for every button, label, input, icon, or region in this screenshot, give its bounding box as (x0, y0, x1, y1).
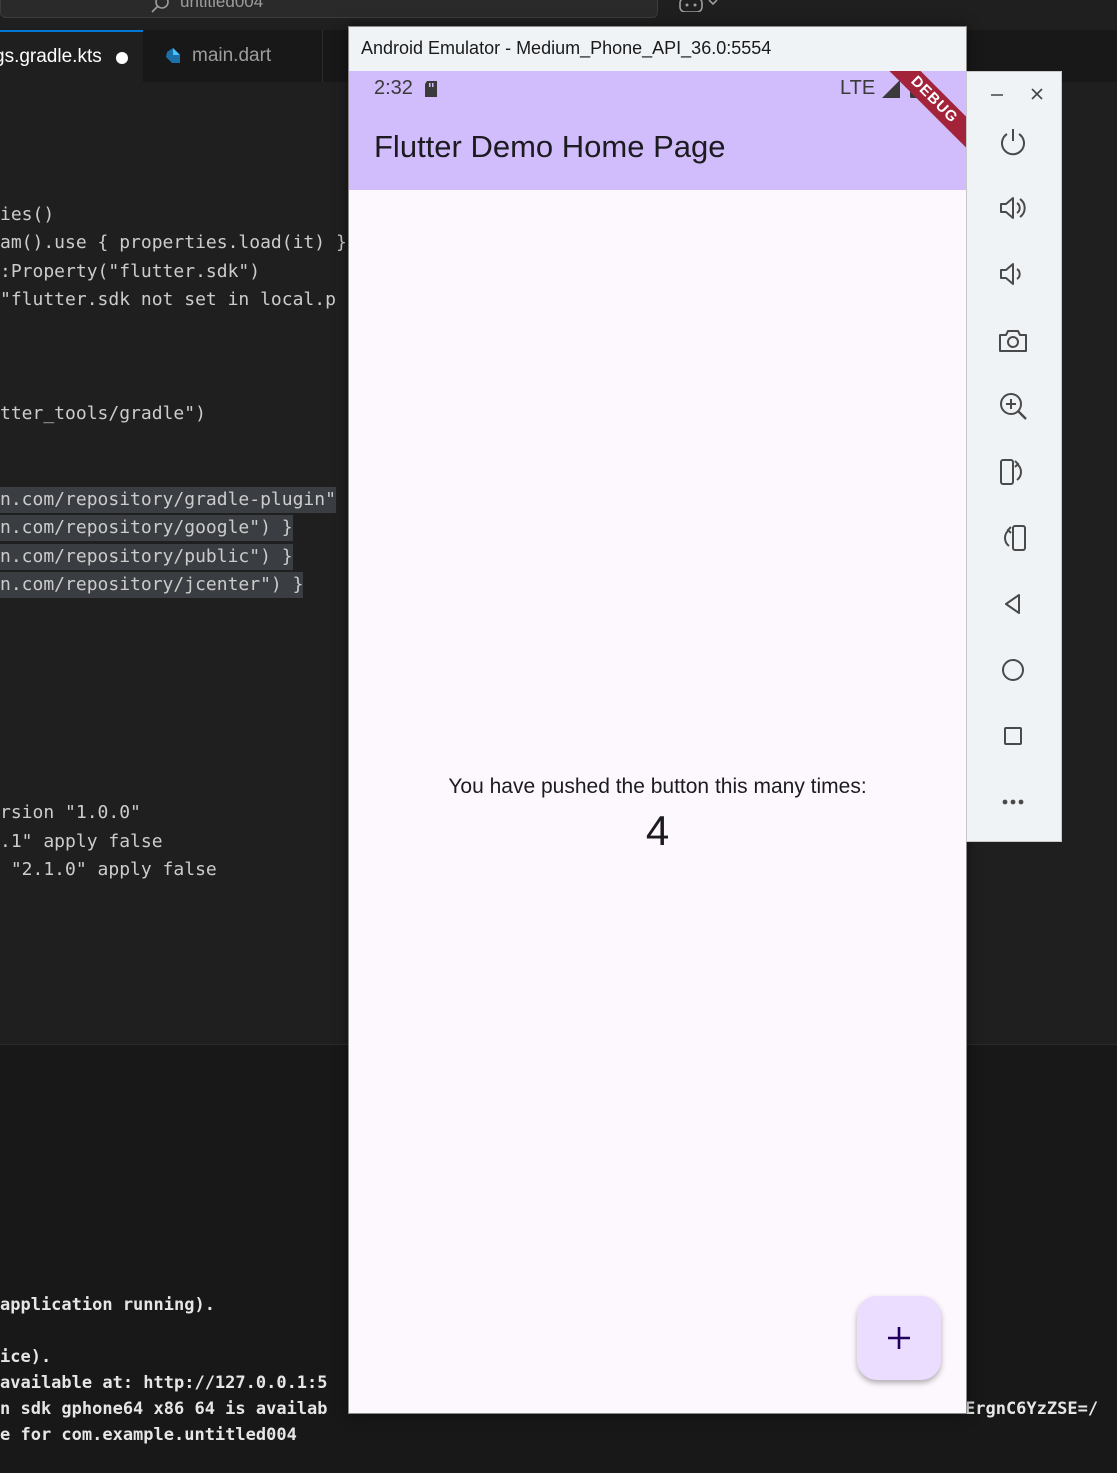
status-network: LTE (840, 77, 876, 99)
app-bar-title: Flutter Demo Home Page (374, 129, 726, 164)
code-line: tter_tools/gradle") (0, 403, 206, 424)
tab-settings-gradle[interactable]: gs.gradle.kts (0, 30, 143, 82)
code-line-selected: n.com/repository/gradle-plugin" (0, 487, 336, 513)
signal-icon (882, 80, 900, 98)
tab-main-dart[interactable]: main.dart (143, 30, 323, 82)
status-time: 2:32 (374, 77, 413, 99)
unsaved-dot-icon[interactable] (116, 52, 128, 64)
emulator-window-title: Android Emulator - Medium_Phone_API_36.0… (361, 38, 772, 58)
more-button[interactable] (991, 780, 1035, 824)
device-screen[interactable]: 2:32 LTE Flutter Demo Home Page DEBUG Yo… (349, 71, 966, 1413)
tab-label: main.dart (192, 45, 272, 66)
search-icon (151, 0, 169, 13)
overview-button[interactable] (991, 714, 1035, 758)
home-icon (1002, 659, 1024, 681)
code-line: "flutter.sdk not set in local.p (0, 289, 336, 310)
code-line: ies() (0, 204, 55, 225)
command-center[interactable] (0, 0, 658, 18)
rotate-right-button[interactable] (991, 516, 1035, 560)
power-button[interactable] (991, 120, 1035, 164)
command-center-text: untitled004 (180, 0, 264, 11)
code-line: rsion "1.0.0" (0, 802, 141, 823)
increment-fab-button[interactable] (857, 1296, 941, 1380)
sd-card-icon (425, 81, 437, 97)
code-line: :Property("flutter.sdk") (0, 261, 261, 282)
terminal-line: application running). (0, 1295, 215, 1315)
emulator-toolbar (966, 71, 1062, 842)
terminal-line: ice). (0, 1347, 52, 1367)
terminal-line: available at: http://127.0.0.1:5 (0, 1373, 328, 1393)
minimize-icon[interactable] (985, 84, 1009, 104)
app-bar: 2:32 LTE Flutter Demo Home Page DEBUG (349, 71, 966, 190)
emulator-titlebar[interactable]: Android Emulator - Medium_Phone_API_36.0… (349, 27, 966, 71)
dart-icon (166, 48, 180, 63)
volume-down-button[interactable] (991, 252, 1035, 296)
rotate-right-icon (1004, 525, 1026, 551)
camera-icon (999, 330, 1027, 352)
add-icon (888, 1327, 910, 1349)
code-line: am().use { properties.load(it) } (0, 232, 347, 253)
code-line-selected: n.com/repository/public") } (0, 544, 293, 570)
zoom-icon (1000, 393, 1027, 420)
code-line: "2.1.0" apply false (0, 859, 217, 880)
home-button[interactable] (991, 648, 1035, 692)
counter-caption: You have pushed the button this many tim… (448, 775, 867, 798)
zoom-button[interactable] (991, 384, 1035, 428)
overview-icon (1004, 727, 1022, 745)
code-line-selected: n.com/repository/jcenter") } (0, 572, 304, 598)
code-line: .1" apply false (0, 831, 163, 852)
rotate-left-button[interactable] (991, 450, 1035, 494)
screenshot-button[interactable] (991, 319, 1035, 363)
copilot-icon[interactable] (678, 0, 722, 12)
terminal-line: n sdk gphone64 x86 64 is availab (0, 1399, 328, 1419)
terminal-line: e for com.example.untitled004 (0, 1425, 297, 1445)
power-icon (1001, 129, 1025, 156)
tab-label: gs.gradle.kts (0, 46, 102, 67)
volume-up-button[interactable] (991, 186, 1035, 230)
terminal-line-right: ErgnC6YzZSE=/ (965, 1399, 1099, 1419)
back-icon (1005, 594, 1020, 614)
code-line-selected: n.com/repository/google") } (0, 515, 293, 541)
more-icon (1002, 799, 1024, 805)
counter-value: 4 (645, 807, 670, 854)
close-icon[interactable] (1025, 84, 1049, 104)
volume-up-icon (1000, 197, 1026, 219)
emulator-window: Android Emulator - Medium_Phone_API_36.0… (348, 26, 967, 1414)
volume-down-icon (1000, 263, 1021, 285)
back-button[interactable] (991, 582, 1035, 626)
rotate-left-icon (1000, 459, 1022, 485)
